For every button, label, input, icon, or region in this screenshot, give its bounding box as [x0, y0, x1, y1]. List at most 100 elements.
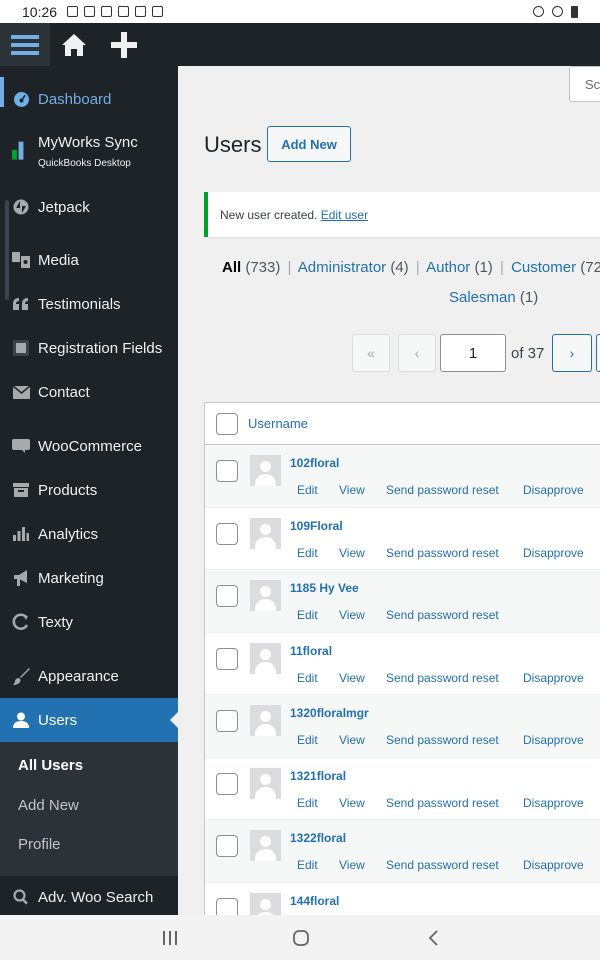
send-password-reset-link[interactable]: Send password reset: [386, 796, 499, 810]
avatar: [250, 830, 281, 861]
search-input[interactable]: Sc: [569, 66, 600, 102]
sidebar-item-woocommerce[interactable]: WooCommerce: [0, 435, 178, 457]
notification-icons: [67, 6, 164, 17]
disapprove-link[interactable]: Disapprove: [523, 546, 584, 560]
edit-user-link[interactable]: Edit user: [321, 208, 368, 222]
sidebar-item-products[interactable]: Products: [0, 479, 178, 501]
sidebar-item-jetpack[interactable]: Jetpack: [0, 196, 178, 218]
sidebar-item-contact[interactable]: Contact: [0, 381, 178, 403]
home-nav-button[interactable]: [281, 915, 321, 960]
sidebar-item-users[interactable]: Users: [0, 698, 178, 742]
view-link[interactable]: View: [339, 733, 365, 747]
row-checkbox[interactable]: [216, 835, 238, 857]
sidebar-item-dashboard[interactable]: Dashboard: [0, 88, 178, 110]
disapprove-link[interactable]: Disapprove: [523, 483, 584, 497]
sidebar-item-adv-woo-search[interactable]: Adv. Woo Search: [0, 886, 178, 908]
add-new-button[interactable]: Add New: [267, 126, 351, 162]
avatar: [250, 642, 281, 674]
edit-link[interactable]: Edit: [297, 858, 318, 872]
next-page-button[interactable]: ›: [552, 334, 592, 372]
sidebar-item-label: Marketing: [38, 569, 104, 587]
edit-link[interactable]: Edit: [297, 546, 318, 560]
sidebar-item-label: Users: [38, 711, 78, 729]
disapprove-link[interactable]: Disapprove: [523, 796, 584, 810]
filter-all[interactable]: All: [222, 259, 241, 276]
brush-icon: [12, 667, 30, 685]
filter-customer[interactable]: Customer: [511, 259, 576, 276]
row-checkbox[interactable]: [216, 647, 238, 670]
username-link[interactable]: 1322floral: [290, 831, 346, 845]
disapprove-link[interactable]: Disapprove: [523, 858, 584, 872]
table-row: 11floral Edit View Send password reset Disap…: [205, 633, 600, 695]
page-title: Users: [204, 132, 262, 157]
sidebar-item-registration-fields[interactable]: Registration Fields: [0, 337, 178, 359]
sidebar-item-sublabel: QuickBooks Desktop: [38, 158, 131, 169]
send-password-reset-link[interactable]: Send password reset: [386, 546, 499, 560]
filter-author[interactable]: Author: [426, 259, 470, 276]
view-link[interactable]: View: [339, 546, 365, 560]
send-password-reset-link[interactable]: Send password reset: [386, 483, 499, 497]
submenu-all-users[interactable]: All Users: [18, 757, 83, 774]
recents-button[interactable]: [150, 915, 190, 960]
row-checkbox[interactable]: [216, 897, 238, 915]
edit-link[interactable]: Edit: [297, 733, 318, 747]
view-link[interactable]: View: [339, 671, 365, 685]
sidebar-item-texty[interactable]: Texty: [0, 611, 178, 633]
send-password-reset-link[interactable]: Send password reset: [386, 608, 499, 622]
home-button[interactable]: [54, 23, 94, 66]
sidebar-item-myworks-sync[interactable]: MyWorks Sync QuickBooks Desktop: [0, 132, 178, 172]
view-link[interactable]: View: [339, 796, 365, 810]
current-page-input[interactable]: 1: [440, 334, 506, 372]
new-content-button[interactable]: [104, 23, 144, 66]
username-link[interactable]: 1185 Hy Vee: [290, 581, 359, 595]
system-icons: [533, 5, 578, 18]
edit-link[interactable]: Edit: [297, 483, 318, 497]
archive-icon: [12, 481, 30, 499]
row-checkbox[interactable]: [216, 585, 238, 607]
sidebar-item-analytics[interactable]: Analytics: [0, 523, 178, 545]
mail-icon: [12, 383, 30, 401]
table-row: 1320floralmgr Edit View Send password reset…: [205, 695, 600, 758]
row-checkbox[interactable]: [216, 772, 238, 795]
view-link[interactable]: View: [339, 608, 365, 622]
edit-link[interactable]: Edit: [297, 608, 318, 622]
submenu-profile[interactable]: Profile: [18, 836, 61, 853]
menu-toggle-button[interactable]: [0, 23, 50, 66]
column-username[interactable]: Username: [248, 416, 308, 431]
username-link[interactable]: 1320floralmgr: [290, 706, 369, 720]
main-content: Sc Users Add New New user created. Edit …: [178, 66, 600, 915]
username-link[interactable]: 109Floral: [290, 519, 343, 533]
username-link[interactable]: 144floral: [290, 894, 339, 908]
edit-link[interactable]: Edit: [297, 796, 318, 810]
row-checkbox[interactable]: [216, 522, 238, 545]
disapprove-link[interactable]: Disapprove: [523, 733, 584, 747]
view-link[interactable]: View: [339, 483, 365, 497]
row-checkbox[interactable]: [216, 460, 238, 482]
texty-icon: [12, 613, 30, 631]
sidebar-item-label: Jetpack: [38, 198, 90, 216]
edit-link[interactable]: Edit: [297, 671, 318, 685]
sidebar-item-label: Contact: [38, 383, 90, 401]
back-button[interactable]: [413, 915, 453, 960]
sidebar-item-marketing[interactable]: Marketing: [0, 567, 178, 589]
sidebar-item-testimonials[interactable]: Testimonials: [0, 293, 178, 315]
username-link[interactable]: 102floral: [290, 456, 339, 470]
view-link[interactable]: View: [339, 858, 365, 872]
submenu-add-new[interactable]: Add New: [18, 797, 79, 814]
row-checkbox[interactable]: [216, 710, 238, 732]
send-password-reset-link[interactable]: Send password reset: [386, 733, 499, 747]
role-filters: All (733) | Administrator (4) | Author (…: [222, 259, 600, 276]
sidebar-item-appearance[interactable]: Appearance: [0, 665, 178, 687]
username-link[interactable]: 11floral: [290, 644, 332, 658]
filter-salesman[interactable]: Salesman: [449, 289, 516, 306]
filter-separator: |: [287, 259, 292, 276]
avatar: [250, 705, 281, 736]
disapprove-link[interactable]: Disapprove: [523, 671, 584, 685]
filter-administrator[interactable]: Administrator: [298, 259, 386, 276]
username-link[interactable]: 1321floral: [290, 769, 346, 783]
select-all-checkbox[interactable]: [216, 413, 238, 435]
last-page-button[interactable]: [596, 334, 600, 372]
send-password-reset-link[interactable]: Send password reset: [386, 858, 499, 872]
sidebar-item-media[interactable]: Media: [0, 249, 178, 271]
send-password-reset-link[interactable]: Send password reset: [386, 671, 499, 685]
